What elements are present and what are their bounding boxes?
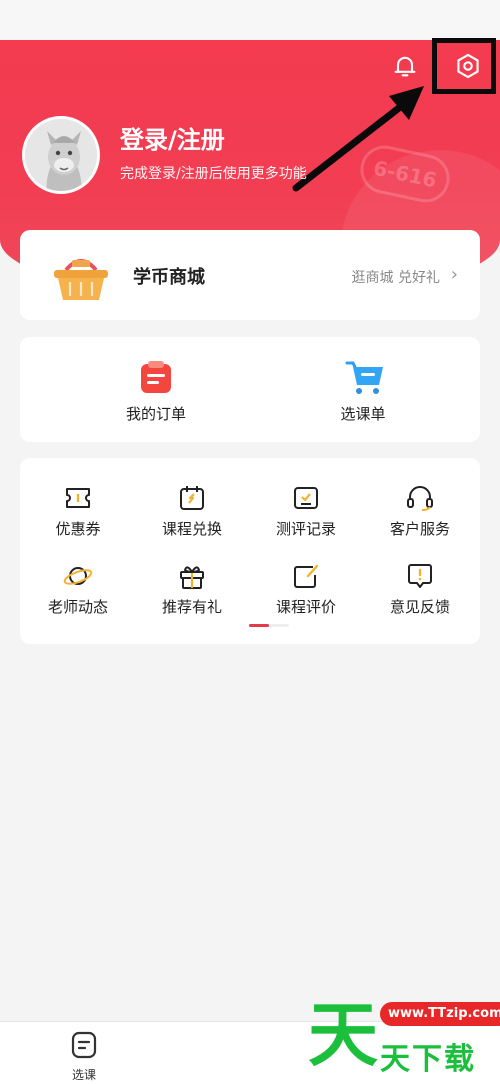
avatar[interactable]	[22, 116, 100, 194]
chevron-right-icon: ›	[450, 264, 458, 285]
coupon-icon	[66, 488, 90, 508]
tab-course[interactable]: 选课	[58, 1030, 110, 1083]
login-register-link[interactable]: 登录/注册	[120, 120, 225, 155]
login-subtitle: 完成登录/注册后使用更多功能	[120, 166, 307, 182]
test-record-button[interactable]: 测评记录	[256, 484, 356, 544]
course-tab-icon	[71, 1031, 97, 1059]
coupon-label: 优惠券	[55, 520, 101, 538]
my-orders-button[interactable]: 我的订单	[76, 359, 236, 429]
edit-icon	[294, 564, 319, 588]
coupon-button[interactable]: 优惠券	[28, 484, 128, 544]
watermark-url: www.TTzip.com	[380, 1002, 500, 1026]
page-indicator-active	[249, 624, 269, 627]
status-bar	[0, 0, 500, 40]
planet-icon	[63, 567, 93, 585]
teacher-updates-label: 老师动态	[47, 598, 108, 616]
annotation-highlight-box	[432, 38, 496, 94]
basket-icon	[50, 252, 112, 304]
cart-label: 选课单	[340, 405, 386, 423]
tab-course-label: 选课	[71, 1068, 96, 1082]
course-review-button[interactable]: 课程评价	[256, 562, 356, 622]
notification-bell-button[interactable]	[385, 46, 425, 86]
watermark-text: 天下载	[380, 1042, 476, 1077]
customer-service-button[interactable]: 客户服务	[370, 484, 470, 544]
cart-icon	[345, 359, 383, 395]
grid-page-indicator	[249, 624, 289, 627]
coin-mall-card[interactable]: 学币商城 逛商城 兑好礼 ›	[20, 230, 480, 320]
services-grid-card: 优惠券 课程兑换 测评记录 客户服务 老师动态 推荐有礼 课程评价 意见反馈	[20, 458, 480, 644]
watermark-logo: 天	[308, 994, 378, 1076]
teacher-updates-button[interactable]: 老师动态	[28, 562, 128, 622]
mall-link[interactable]: 逛商城 兑好礼	[352, 267, 440, 287]
referral-gift-label: 推荐有礼	[161, 598, 222, 616]
feedback-button[interactable]: 意见反馈	[370, 562, 470, 622]
bell-icon	[394, 56, 416, 77]
course-exchange-button[interactable]: 课程兑换	[142, 484, 242, 544]
exchange-icon	[180, 486, 204, 510]
feedback-icon	[408, 564, 432, 588]
gift-icon	[180, 566, 204, 589]
feedback-label: 意见反馈	[389, 598, 450, 616]
test-record-icon	[294, 487, 318, 509]
course-review-label: 课程评价	[275, 598, 336, 616]
headset-icon	[407, 486, 433, 511]
order-icon	[138, 359, 174, 395]
orders-card: 我的订单 选课单	[20, 337, 480, 442]
referral-gift-button[interactable]: 推荐有礼	[142, 562, 242, 622]
exchange-label: 课程兑换	[161, 520, 222, 538]
order-label: 我的订单	[125, 405, 186, 423]
course-cart-button[interactable]: 选课单	[283, 359, 443, 429]
mall-title: 学币商城	[133, 267, 205, 288]
site-watermark: 天 www.TTzip.com 天下载	[308, 992, 500, 1084]
customer-service-label: 客户服务	[389, 520, 450, 538]
test-record-label: 测评记录	[275, 520, 336, 538]
